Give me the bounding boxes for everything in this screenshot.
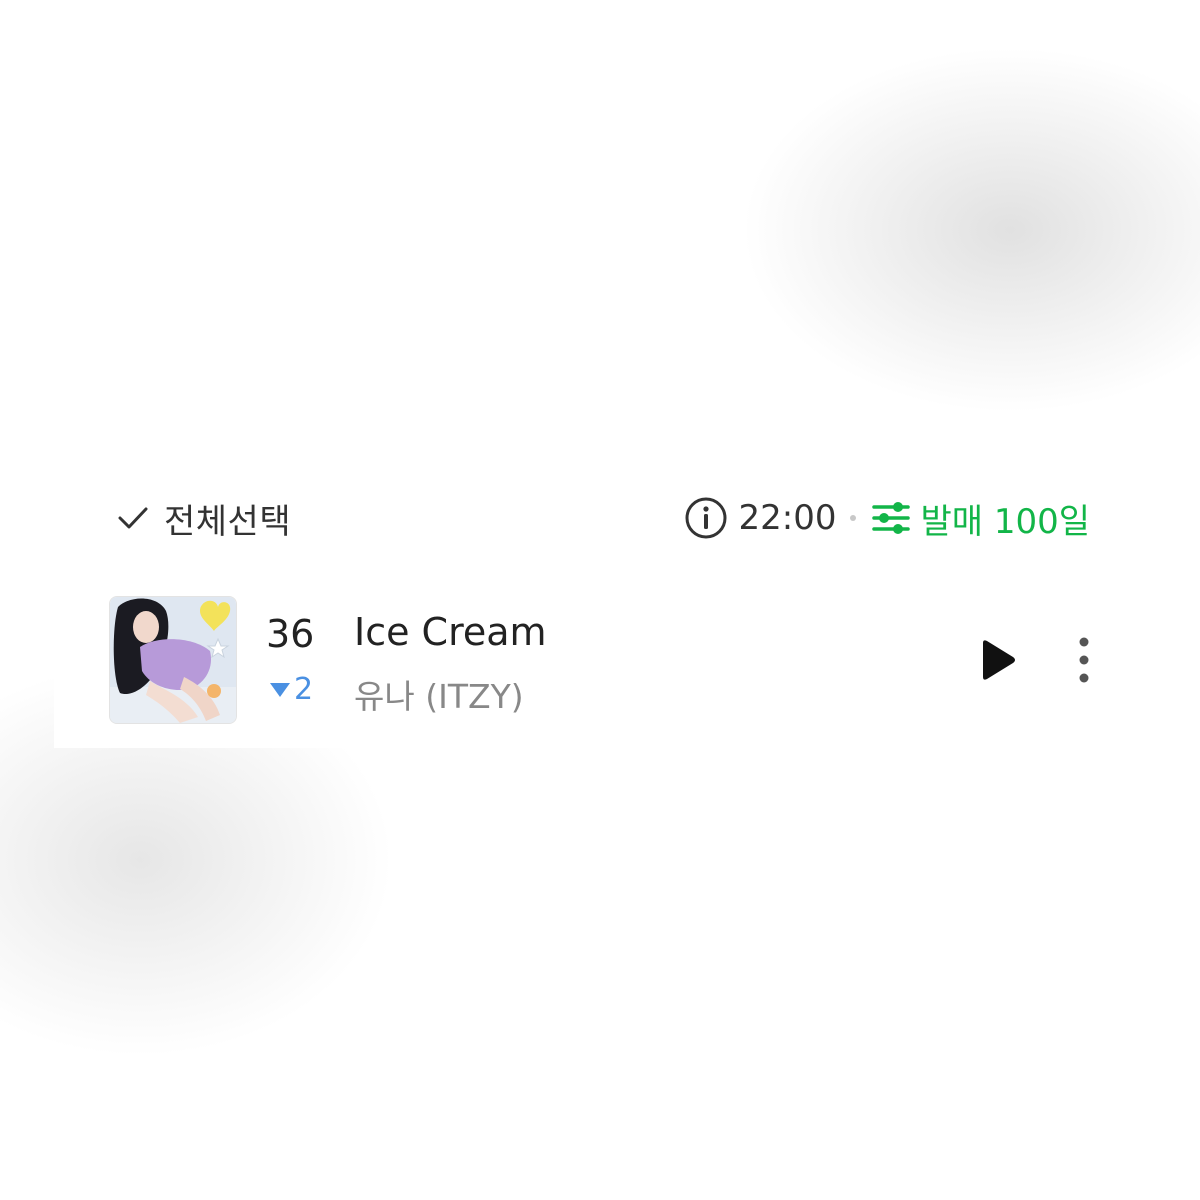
chart-panel: 전체선택 22:00 발매 100일 36 2 Ice Cream 유나 (IT… [54, 452, 1146, 748]
album-cover[interactable] [109, 596, 237, 724]
release-filter-button[interactable]: 발매 100일 [870, 494, 1090, 543]
rank-number: 36 [266, 612, 315, 656]
release-filter-label: 발매 100일 [920, 501, 1090, 542]
track-title[interactable]: Ice Cream [354, 610, 547, 654]
select-all-label: 전체선택 [164, 501, 292, 542]
header-right-group: 22:00 발매 100일 [684, 490, 1090, 546]
check-icon [114, 499, 152, 537]
info-icon[interactable] [684, 496, 728, 540]
more-vertical-icon [1079, 637, 1089, 683]
chart-time: 22:00 [738, 498, 837, 538]
filter-sliders-icon [870, 497, 912, 539]
separator-dot [850, 515, 857, 521]
rank-change-value: 2 [294, 672, 314, 707]
select-all-button[interactable]: 전체선택 [114, 490, 291, 546]
more-options-button[interactable] [1064, 632, 1104, 688]
chart-header: 전체선택 22:00 발매 100일 [54, 490, 1146, 546]
track-row[interactable]: 36 2 Ice Cream 유나 (ITZY) [54, 592, 1146, 724]
rank-change: 2 [270, 672, 313, 707]
track-artist[interactable]: 유나 (ITZY) [354, 670, 524, 718]
triangle-down-icon [270, 682, 290, 697]
play-icon [983, 640, 1015, 680]
play-button[interactable] [969, 632, 1025, 688]
